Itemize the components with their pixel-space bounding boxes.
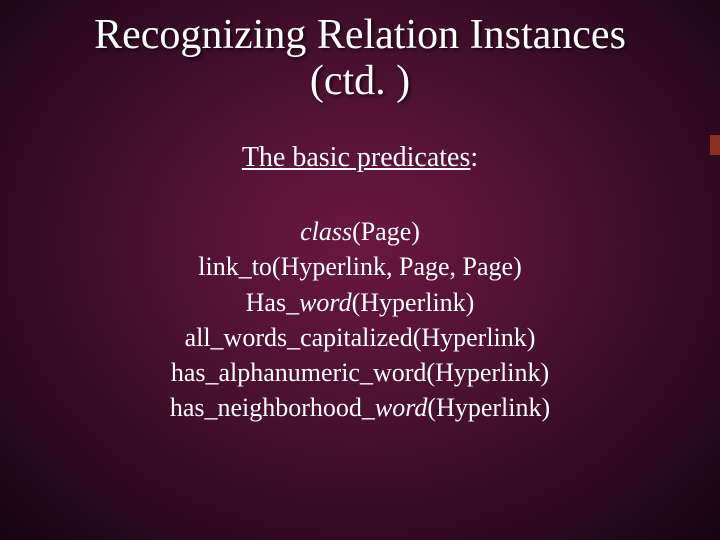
predicate-1-name: class — [300, 217, 352, 246]
predicate-line-3: Has_word(Hyperlink) — [40, 285, 680, 320]
predicates-block: class(Page) link_to(Hyperlink, Page, Pag… — [40, 214, 680, 425]
predicate-line-5: has_alphanumeric_word(Hyperlink) — [40, 355, 680, 390]
subtitle-text: The basic predicates — [242, 142, 471, 173]
predicate-line-2: link_to(Hyperlink, Page, Page) — [40, 249, 680, 284]
title-line2: (ctd. ) — [310, 58, 410, 104]
predicate-6-ital: word — [375, 393, 428, 422]
predicate-3-ital: word — [299, 288, 352, 317]
title-line1: Recognizing Relation Instances — [94, 12, 626, 58]
bullet-marker — [710, 135, 720, 155]
slide-subtitle: The basic predicates: — [40, 142, 680, 174]
predicate-1-args: (Page) — [352, 217, 420, 246]
slide-container: Recognizing Relation Instances (ctd. ) T… — [0, 0, 720, 540]
predicate-6-pre: has_neighborhood_ — [170, 393, 375, 422]
predicate-3-pre: Has_ — [246, 288, 299, 317]
predicate-line-1: class(Page) — [40, 214, 680, 249]
predicate-line-4: all_words_capitalized(Hyperlink) — [40, 320, 680, 355]
predicate-line-6: has_neighborhood_word(Hyperlink) — [40, 390, 680, 425]
predicate-6-post: (Hyperlink) — [427, 393, 550, 422]
predicate-3-post: (Hyperlink) — [352, 288, 475, 317]
subtitle-colon: : — [470, 142, 478, 173]
slide-title: Recognizing Relation Instances (ctd. ) — [40, 12, 680, 104]
